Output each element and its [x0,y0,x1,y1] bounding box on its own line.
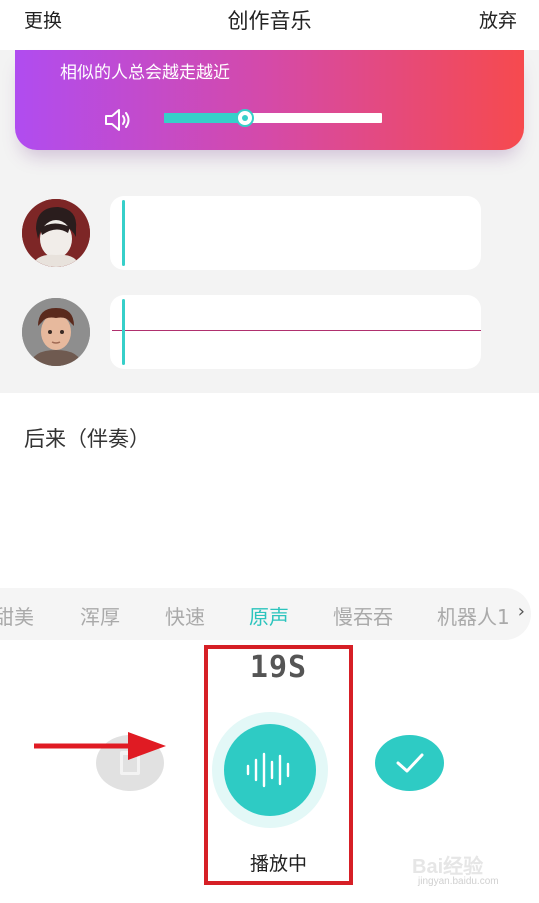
effect-sweet[interactable]: 甜美 [0,601,34,630]
top-bar: 更换 创作音乐 放弃 [0,0,539,50]
voice-effects-bar: 甜美 浑厚 快速 原声 慢吞吞 机器人1 › [0,588,531,640]
avatar-original [22,199,90,267]
playhead-cursor [122,299,125,365]
confirm-button[interactable] [375,735,444,791]
volume-knob[interactable] [235,109,254,127]
avatar-user [22,298,90,366]
effect-deep[interactable]: 浑厚 [80,601,120,630]
page-title: 创作音乐 [227,9,312,33]
audio-wave-icon [246,752,290,788]
play-button[interactable] [224,724,316,816]
chevron-right-icon[interactable]: › [518,601,525,622]
recording-timer: 19S [249,650,308,685]
volume-fill [164,113,245,123]
abandon-button[interactable]: 放弃 [479,6,517,33]
accompaniment-title: 后来（伴奏） [24,427,150,451]
empty-waveform-line [112,330,481,331]
player-card: 相似的人总会越走越近 [15,50,524,150]
watermark-url: jingyan.baidu.com [418,876,499,887]
waveform-graphic [113,201,477,265]
effect-fast[interactable]: 快速 [165,601,205,630]
playhead-cursor [122,200,125,266]
playback-status: 播放中 [249,853,307,875]
effect-slow[interactable]: 慢吞吞 [333,601,393,630]
annotation-arrow-icon [34,732,166,760]
original-waveform[interactable] [110,196,481,270]
effect-robot[interactable]: 机器人1 [437,601,510,630]
volume-slider[interactable] [164,109,382,127]
song-lyric: 相似的人总会越走越近 [60,63,230,83]
speaker-icon[interactable] [103,106,135,134]
watermark-logo: Bai经验 jingyan.baidu.com [410,840,520,890]
watermark-brand: Bai经验 [412,856,484,878]
effect-original[interactable]: 原声 [249,601,289,630]
recorded-waveform[interactable] [110,295,481,369]
check-icon [396,753,424,773]
